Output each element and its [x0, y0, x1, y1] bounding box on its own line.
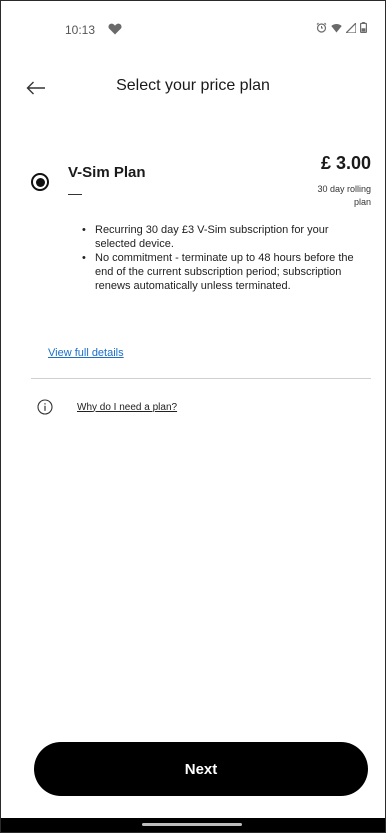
plan-features-list: Recurring 30 day £3 V-Sim subscription f…	[79, 223, 367, 293]
why-need-plan-link[interactable]: Why do I need a plan?	[77, 402, 177, 413]
status-bar: 10:13	[1, 1, 385, 59]
next-button[interactable]: Next	[34, 742, 368, 796]
why-plan-row: Why do I need a plan?	[37, 399, 177, 415]
signal-icon	[346, 22, 356, 33]
home-indicator[interactable]	[142, 823, 242, 826]
info-icon	[37, 399, 53, 415]
wifi-icon	[331, 23, 342, 32]
plan-feature-item: No commitment - terminate up to 48 hours…	[79, 251, 367, 293]
battery-icon	[360, 22, 367, 33]
plan-name: V-Sim Plan	[68, 164, 146, 181]
plan-term: 30 day rolling plan	[317, 184, 371, 207]
header: Select your price plan	[1, 59, 385, 117]
plan-radio-button[interactable]	[31, 173, 49, 191]
status-time: 10:13	[65, 23, 96, 37]
plan-price: £ 3.00	[320, 153, 371, 173]
page-title: Select your price plan	[116, 77, 270, 94]
app-screen: 10:13 Select your price plan V-Sim Plan …	[0, 0, 386, 833]
plan-name-dash	[68, 194, 82, 195]
heart-icon	[108, 23, 122, 35]
plan-feature-item: Recurring 30 day £3 V-Sim subscription f…	[79, 223, 367, 251]
view-full-details-link[interactable]: View full details	[48, 347, 124, 359]
alarm-icon	[316, 22, 327, 33]
status-icons	[316, 22, 367, 33]
navigation-bar	[1, 818, 385, 832]
divider	[31, 378, 371, 379]
radio-selected-dot	[35, 177, 45, 187]
